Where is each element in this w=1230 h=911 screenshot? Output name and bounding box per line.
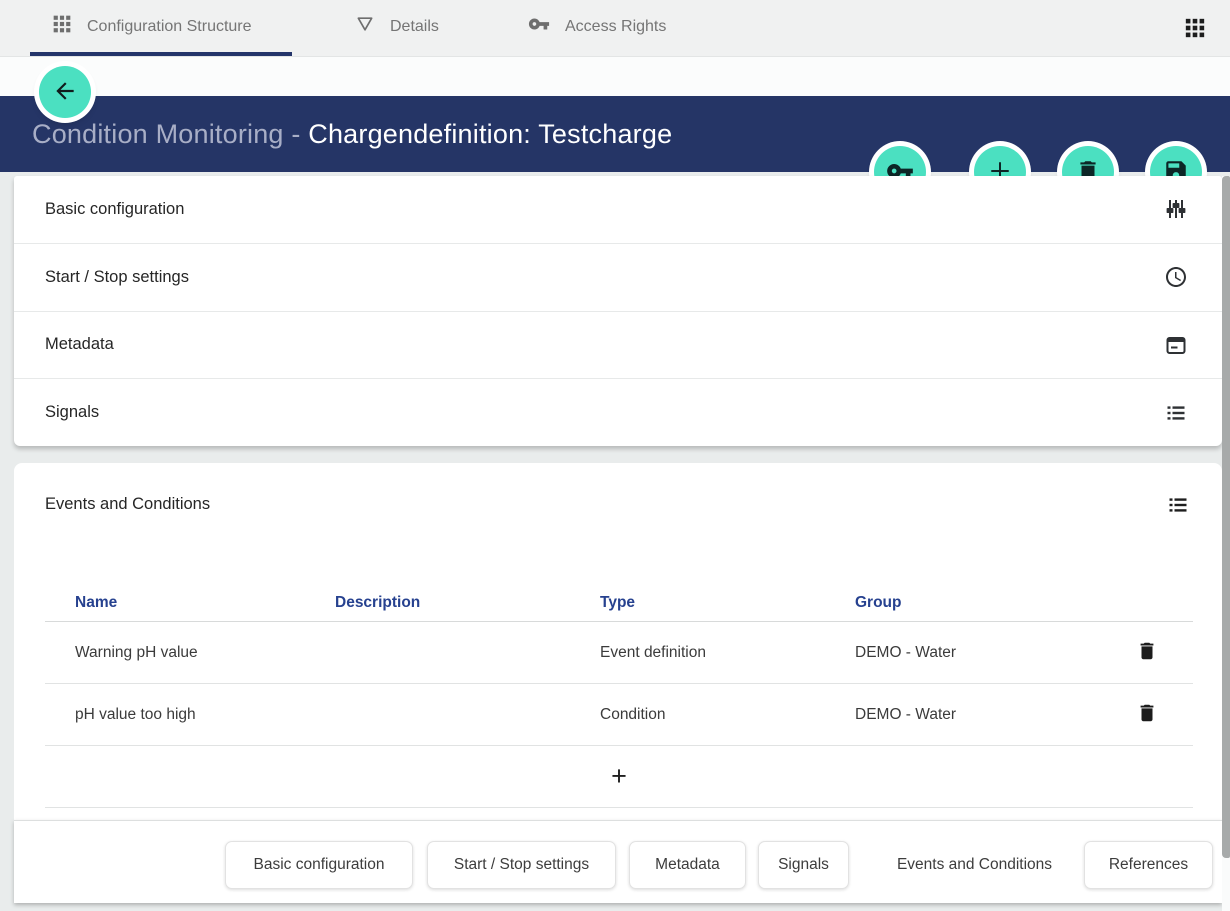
section-start-stop-settings[interactable]: Start / Stop settings bbox=[14, 244, 1222, 312]
clock-icon bbox=[1164, 265, 1188, 289]
page-header: Condition Monitoring - Chargendefinition… bbox=[0, 96, 1230, 172]
header-strip bbox=[0, 57, 1230, 96]
events-and-conditions-card: Events and Conditions Name Description T… bbox=[14, 463, 1222, 820]
events-table: Name Description Type Group Warning pH v… bbox=[45, 585, 1193, 808]
cell-name: pH value too high bbox=[45, 706, 335, 724]
section-label: Signals bbox=[45, 403, 99, 422]
add-row-button[interactable]: + bbox=[45, 746, 1193, 808]
nav-metadata-button[interactable]: Metadata bbox=[629, 841, 746, 889]
configuration-sections-card: Basic configuration Start / Stop setting… bbox=[14, 176, 1222, 446]
key-icon bbox=[528, 13, 550, 40]
scrollbar-thumb[interactable] bbox=[1222, 176, 1230, 858]
apps-grid-button[interactable] bbox=[1184, 17, 1206, 39]
tab-label: Access Rights bbox=[565, 18, 666, 36]
section-basic-configuration[interactable]: Basic configuration bbox=[14, 176, 1222, 244]
page-title-main: Chargendefinition: Testcharge bbox=[308, 119, 672, 150]
trash-icon bbox=[1136, 702, 1158, 727]
table-row[interactable]: Warning pH value Event definition DEMO -… bbox=[45, 622, 1193, 684]
tab-access-rights[interactable]: Access Rights bbox=[528, 0, 666, 53]
row-delete-button[interactable] bbox=[1136, 702, 1158, 727]
events-section-title: Events and Conditions bbox=[45, 495, 210, 514]
arrow-left-icon bbox=[52, 78, 78, 107]
tab-configuration-structure[interactable]: Configuration Structure bbox=[52, 0, 252, 53]
nav-events-and-conditions-button[interactable]: Events and Conditions bbox=[865, 841, 1084, 889]
column-header-type: Type bbox=[600, 594, 855, 612]
section-signals[interactable]: Signals bbox=[14, 379, 1222, 446]
tab-label: Configuration Structure bbox=[87, 18, 252, 36]
trash-icon bbox=[1136, 640, 1158, 665]
nav-signals-button[interactable]: Signals bbox=[758, 841, 849, 889]
nav-start-stop-settings-button[interactable]: Start / Stop settings bbox=[427, 841, 616, 889]
back-button[interactable] bbox=[39, 66, 91, 118]
page-title-prefix: Condition Monitoring - bbox=[32, 119, 308, 150]
row-delete-button[interactable] bbox=[1136, 640, 1158, 665]
funnel-icon bbox=[355, 14, 375, 39]
list-icon[interactable] bbox=[1166, 493, 1190, 520]
cell-type: Event definition bbox=[600, 644, 855, 662]
cell-group: DEMO - Water bbox=[855, 644, 1100, 662]
grid-icon bbox=[52, 14, 72, 39]
app-window: Configuration Structure Details Access R… bbox=[0, 0, 1230, 911]
column-header-description: Description bbox=[335, 594, 600, 612]
plus-icon: + bbox=[611, 763, 627, 790]
tab-details[interactable]: Details bbox=[355, 0, 439, 53]
table-header-row: Name Description Type Group bbox=[45, 585, 1193, 622]
nav-references-button[interactable]: References bbox=[1084, 841, 1213, 889]
section-label: Start / Stop settings bbox=[45, 268, 189, 287]
nav-basic-configuration-button[interactable]: Basic configuration bbox=[225, 841, 413, 889]
section-label: Metadata bbox=[45, 335, 114, 354]
section-label: Basic configuration bbox=[45, 200, 184, 219]
cell-name: Warning pH value bbox=[45, 644, 335, 662]
page-title: Condition Monitoring - Chargendefinition… bbox=[32, 96, 672, 172]
list-icon bbox=[1164, 401, 1188, 425]
calendar-icon bbox=[1164, 333, 1188, 357]
column-header-group: Group bbox=[855, 594, 1100, 612]
tab-label: Details bbox=[390, 18, 439, 36]
cell-group: DEMO - Water bbox=[855, 706, 1100, 724]
section-metadata[interactable]: Metadata bbox=[14, 312, 1222, 380]
column-header-name: Name bbox=[45, 594, 335, 612]
sliders-icon bbox=[1164, 197, 1188, 221]
grid-icon bbox=[1184, 27, 1206, 42]
top-tab-bar: Configuration Structure Details Access R… bbox=[0, 0, 1230, 57]
bottom-navigation-bar: Basic configuration Start / Stop setting… bbox=[14, 820, 1222, 903]
active-tab-underline bbox=[30, 52, 292, 56]
cell-type: Condition bbox=[600, 706, 855, 724]
table-row[interactable]: pH value too high Condition DEMO - Water bbox=[45, 684, 1193, 746]
